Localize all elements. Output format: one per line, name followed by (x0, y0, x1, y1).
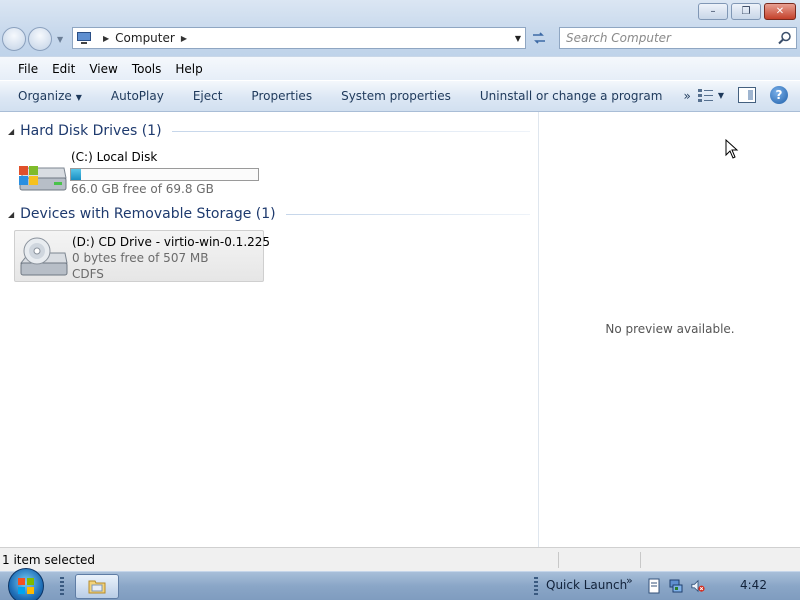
volume-muted-icon[interactable] (691, 578, 705, 594)
refresh-button[interactable] (528, 27, 550, 49)
hard-drive-icon (18, 166, 67, 191)
breadcrumb-separator-icon[interactable]: ▶ (181, 34, 187, 43)
menu-bar: File Edit View Tools Help (0, 56, 800, 80)
quick-launch-more-button[interactable]: » (626, 574, 633, 587)
system-properties-button[interactable]: System properties (341, 89, 451, 103)
status-divider (640, 552, 641, 568)
forward-button[interactable] (28, 27, 52, 51)
minimize-icon: – (710, 5, 716, 17)
menu-view[interactable]: View (89, 62, 117, 76)
restore-icon: ❐ (741, 5, 751, 17)
taskbar-grip[interactable] (534, 577, 538, 596)
views-icon (697, 89, 713, 102)
network-icon[interactable] (669, 578, 683, 594)
chevron-down-icon: ▼ (717, 90, 724, 100)
window-controls: – ❐ ✕ (698, 3, 796, 20)
more-commands-button[interactable]: » (683, 89, 690, 103)
taskbar: Quick Launch » 4:42 (0, 568, 800, 600)
command-bar: Organize ▼ AutoPlay Eject Properties Syst… (0, 80, 800, 112)
windows-logo-icon (18, 578, 34, 594)
menu-help[interactable]: Help (175, 62, 202, 76)
preview-pane: No preview available. (538, 112, 800, 547)
collapse-triangle-icon[interactable]: ◢ (8, 127, 14, 136)
status-text: 1 item selected (2, 552, 96, 567)
menu-file[interactable]: File (18, 62, 38, 76)
computer-icon (77, 32, 91, 44)
taskbar-grip[interactable] (60, 577, 64, 596)
drive-free-space: 66.0 GB free of 69.8 GB (71, 182, 214, 196)
breadcrumb-computer[interactable]: Computer (115, 31, 175, 45)
search-input[interactable] (566, 31, 766, 45)
group-divider (285, 213, 530, 215)
drive-list-pane: ◢ Hard Disk Drives (1) (C:) Local Disk 6… (0, 112, 538, 547)
drive-free-space: 0 bytes free of 507 MB (72, 251, 209, 265)
eject-button[interactable]: Eject (193, 89, 223, 103)
change-view-button[interactable]: ▼ (697, 88, 724, 102)
refresh-icon (533, 32, 545, 44)
close-button[interactable]: ✕ (764, 3, 796, 20)
breadcrumb-separator-icon[interactable]: ▶ (103, 34, 109, 43)
restore-button[interactable]: ❐ (731, 3, 761, 20)
group-title: Devices with Removable Storage (1) (20, 206, 276, 222)
status-divider (558, 552, 559, 568)
help-icon[interactable]: ? (770, 86, 788, 104)
group-divider (171, 130, 530, 132)
menu-edit[interactable]: Edit (52, 62, 75, 76)
uninstall-program-button[interactable]: Uninstall or change a program (480, 89, 663, 103)
document-icon[interactable] (647, 578, 661, 594)
chevron-down-icon: ▼ (75, 93, 82, 102)
taskbar-windows-explorer-button[interactable] (75, 574, 119, 599)
drive-name: (C:) Local Disk (71, 150, 158, 164)
view-controls: ▼ ? (697, 86, 788, 104)
taskbar-clock[interactable]: 4:42 (740, 578, 767, 592)
status-bar: 1 item selected (0, 547, 800, 571)
address-bar[interactable]: ▶ Computer ▶ ▼ (72, 27, 526, 49)
autoplay-button[interactable]: AutoPlay (111, 89, 164, 103)
address-history-dropdown-icon[interactable]: ▼ (515, 34, 521, 43)
search-box[interactable] (559, 27, 797, 49)
start-button[interactable] (8, 568, 44, 600)
organize-label: Organize (18, 89, 72, 103)
collapse-triangle-icon[interactable]: ◢ (8, 210, 14, 219)
preview-message: No preview available. (605, 322, 735, 336)
organize-button[interactable]: Organize ▼ (18, 89, 82, 103)
drive-capacity-bar (70, 168, 259, 181)
group-header-removable-storage[interactable]: ◢ Devices with Removable Storage (1) (8, 206, 530, 222)
drive-capacity-fill (71, 169, 82, 180)
preview-pane-toggle-icon[interactable] (738, 87, 756, 103)
cd-drive-icon (19, 237, 68, 276)
quick-launch-toolbar[interactable]: Quick Launch (546, 578, 627, 592)
recent-pages-dropdown[interactable]: ▼ (57, 35, 63, 44)
drive-item-cd-drive[interactable]: (D:) CD Drive - virtio-win-0.1.225 0 byt… (14, 230, 270, 282)
back-button[interactable] (2, 27, 26, 51)
drive-name: (D:) CD Drive - virtio-win-0.1.225 (72, 235, 271, 249)
folder-icon (88, 580, 106, 594)
mouse-cursor-icon (725, 139, 739, 159)
group-title: Hard Disk Drives (1) (20, 123, 162, 139)
close-icon: ✕ (775, 5, 785, 17)
window-title-bar: – ❐ ✕ ▼ ▶ Computer ▶ ▼ (0, 0, 800, 56)
navigation-buttons: ▼ (2, 26, 66, 52)
system-tray (647, 578, 705, 594)
drive-filesystem: CDFS (72, 267, 104, 281)
menu-tools[interactable]: Tools (132, 62, 162, 76)
group-header-hard-disk-drives[interactable]: ◢ Hard Disk Drives (1) (8, 123, 530, 139)
drive-item-local-disk[interactable]: (C:) Local Disk 66.0 GB free of 69.8 GB (14, 146, 264, 198)
properties-button[interactable]: Properties (251, 89, 312, 103)
search-icon[interactable] (778, 31, 792, 45)
minimize-button[interactable]: – (698, 3, 728, 20)
